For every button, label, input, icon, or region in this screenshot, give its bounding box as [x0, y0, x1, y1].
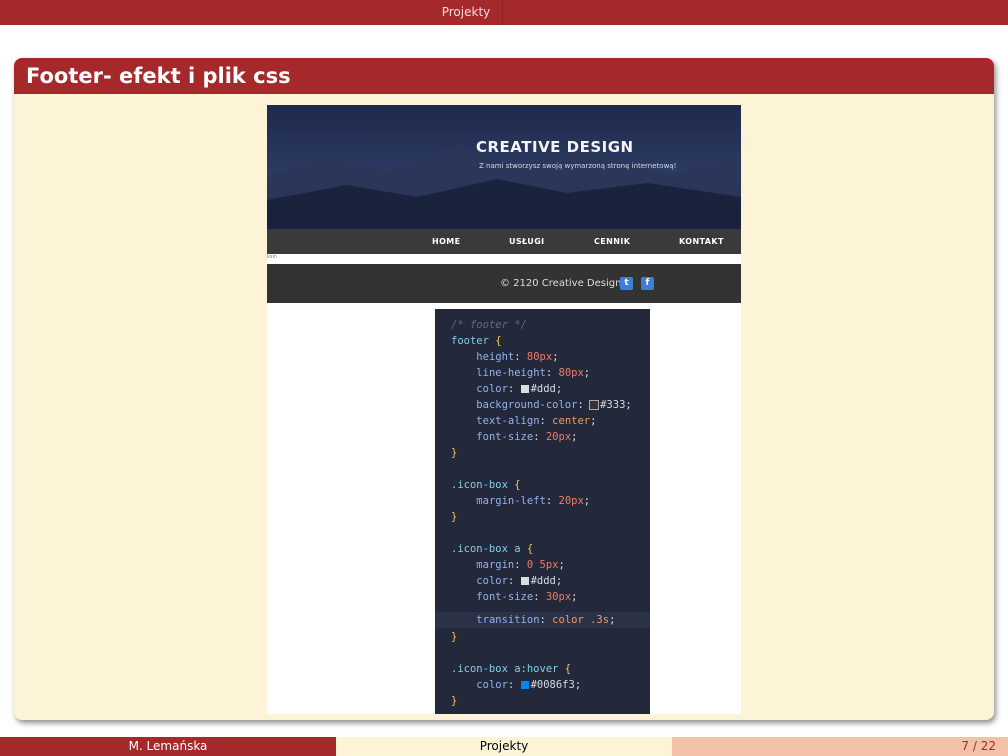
- code-line: text-align: center;: [476, 415, 597, 427]
- site-footer: © 2120 Creative Design t f: [267, 264, 741, 303]
- code-line: height: 80px;: [476, 351, 559, 363]
- hero-title: CREATIVE DESIGN: [476, 138, 634, 156]
- code-line: margin-left: 20px;: [476, 495, 591, 507]
- content-strip: ksin: [267, 254, 741, 264]
- twitter-icon[interactable]: t: [620, 277, 633, 290]
- page-box: 7 / 22: [672, 737, 1008, 756]
- frame-title: Footer- efekt i plik css: [26, 64, 291, 88]
- page-number: 7 / 22: [961, 739, 996, 753]
- strip-text: ksin: [267, 254, 278, 260]
- code-line: transition: color .3s;: [476, 614, 616, 626]
- code-line: }: [451, 695, 458, 707]
- nav-kontakt[interactable]: KONTAKT: [679, 229, 724, 254]
- code-line: }: [451, 447, 458, 459]
- code-line: color: #ddd;: [476, 575, 563, 587]
- title-box: Projekty: [336, 737, 672, 756]
- nav-home[interactable]: HOME: [432, 229, 461, 254]
- author-name: M. Lemańska: [128, 739, 208, 753]
- code-line: /* footer */: [451, 319, 527, 331]
- facebook-icon[interactable]: f: [641, 277, 654, 290]
- code-line: }: [451, 511, 458, 523]
- nav-uslugi[interactable]: USŁUGI: [509, 229, 545, 254]
- css-code-editor: /* footer */ footer { height: 80px; line…: [435, 309, 650, 714]
- hero-banner: CREATIVE DESIGN Z nami stworzysz swoją w…: [267, 105, 741, 229]
- code-line: .icon-box {: [451, 479, 521, 491]
- code-line: line-height: 80px;: [476, 367, 591, 379]
- code-line: }: [451, 631, 458, 643]
- website-screenshot: CREATIVE DESIGN Z nami stworzysz swoją w…: [267, 105, 741, 714]
- author-box: M. Lemańska: [0, 737, 336, 756]
- code-line: background-color: #333;: [476, 399, 632, 411]
- presentation-title: Projekty: [479, 739, 529, 753]
- code-line: font-size: 20px;: [476, 431, 578, 443]
- hero-subtitle: Z nami stworzysz swoją wymarzoną stronę …: [479, 162, 677, 170]
- code-line: color: #0086f3;: [476, 679, 582, 691]
- code-line: .icon-box a:hover {: [451, 663, 572, 675]
- top-navigation-bar: Projekty: [0, 0, 1008, 25]
- footer-copyright: © 2120 Creative Design: [500, 278, 622, 289]
- section-link[interactable]: Projekty: [430, 0, 503, 25]
- code-line: margin: 0 5px;: [476, 559, 565, 571]
- code-line: footer {: [451, 335, 502, 347]
- site-nav: HOME USŁUGI CENNIK KONTAKT: [267, 229, 741, 254]
- nav-cennik[interactable]: CENNIK: [594, 229, 630, 254]
- bottom-info-bar: M. Lemańska Projekty 7 / 22: [0, 737, 1008, 756]
- code-line: .icon-box a {: [451, 543, 534, 555]
- code-line: color: #ddd;: [476, 383, 563, 395]
- frame-title-bar: Footer- efekt i plik css: [14, 58, 994, 94]
- code-line: font-size: 30px;: [476, 591, 578, 603]
